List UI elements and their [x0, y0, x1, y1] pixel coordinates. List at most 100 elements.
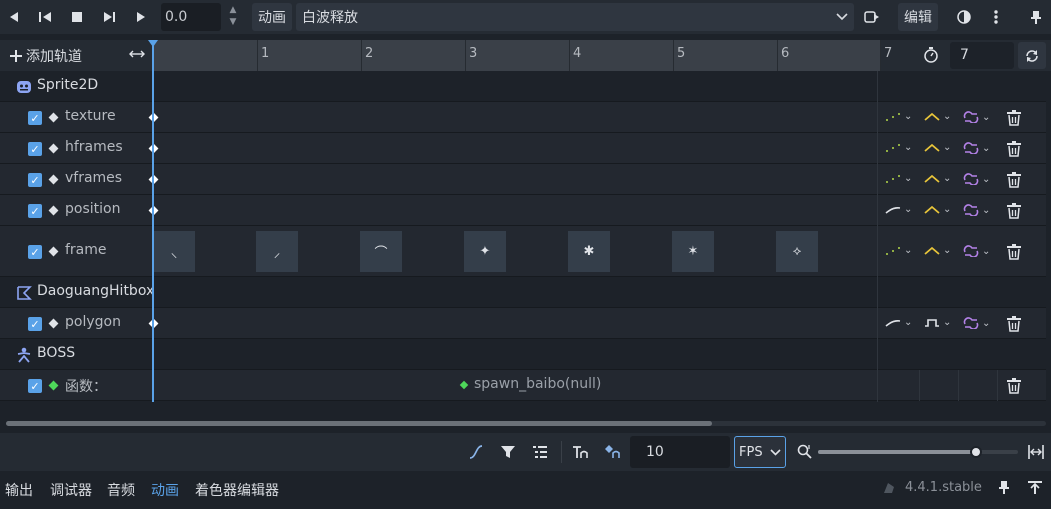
tab-animation[interactable]: 动画	[151, 480, 179, 500]
autoplay-icon[interactable]	[858, 5, 886, 29]
more-options-icon[interactable]	[982, 5, 1010, 29]
interpolation-dropdown[interactable]: ⌄	[924, 142, 951, 153]
playhead-handle-icon[interactable]	[148, 40, 158, 47]
loop-wrap-dropdown[interactable]: ⌄	[963, 142, 990, 154]
snap-keys-icon[interactable]	[604, 444, 620, 460]
loop-wrap-dropdown[interactable]: ⌄	[963, 245, 990, 257]
update-mode-dropdown[interactable]: ⌄	[885, 142, 912, 153]
pin-icon[interactable]	[1022, 5, 1050, 29]
playhead[interactable]	[152, 41, 154, 402]
frame-keyframe-thumbnail[interactable]: ✦	[464, 231, 506, 272]
scrollbar-thumb[interactable]	[6, 421, 712, 426]
track-row[interactable]: ✓ texture ⌄ ⌄ ⌄	[0, 102, 1046, 133]
zoom-slider-grabber[interactable]	[970, 446, 982, 458]
loop-wrap-icon	[963, 204, 979, 216]
loop-wrap-dropdown[interactable]: ⌄	[963, 173, 990, 185]
trash-icon[interactable]	[1006, 172, 1022, 188]
update-mode-dropdown[interactable]: ⌄	[885, 317, 912, 328]
fit-timeline-icon[interactable]	[1028, 444, 1044, 460]
property-track-icon	[48, 174, 59, 185]
loop-wrap-dropdown[interactable]: ⌄	[963, 317, 990, 329]
animation-select[interactable]: 白波释放	[296, 3, 854, 31]
loop-toggle-button[interactable]	[1018, 42, 1046, 69]
spinbox-arrows-icon[interactable]: ▲ ▼	[227, 4, 239, 30]
animation-menu-button[interactable]: 动画	[252, 3, 292, 31]
track-enable-checkbox[interactable]: ✓	[28, 204, 42, 218]
track-enable-checkbox[interactable]: ✓	[28, 379, 42, 393]
track-name: vframes	[65, 170, 123, 186]
track-enable-checkbox[interactable]: ✓	[28, 245, 42, 259]
interpolation-dropdown[interactable]: ⌄	[924, 173, 951, 184]
continuous-update-icon	[885, 319, 901, 327]
frame-keyframe-thumbnail[interactable]: ✱	[568, 231, 610, 272]
loop-wrap-dropdown[interactable]: ⌄	[963, 111, 990, 123]
snap-step-input[interactable]: 10	[630, 436, 730, 468]
tab-debugger[interactable]: 调试器	[50, 480, 92, 500]
track-name: position	[65, 201, 121, 217]
update-mode-dropdown[interactable]: ⌄	[885, 111, 912, 122]
chevron-down-icon	[770, 448, 781, 456]
stop-icon[interactable]	[63, 5, 91, 29]
filter-icon[interactable]	[500, 444, 516, 460]
animation-length-input[interactable]: 7	[950, 42, 1014, 69]
tree-list-icon[interactable]	[532, 444, 548, 460]
play-from-start-icon[interactable]	[95, 5, 123, 29]
interpolation-dropdown[interactable]: ⌄	[924, 111, 951, 122]
play-backwards-from-end-icon[interactable]	[0, 5, 28, 29]
edit-menu-button[interactable]: 编辑	[898, 3, 938, 31]
track-name: hframes	[65, 139, 123, 155]
track-enable-checkbox[interactable]: ✓	[28, 317, 42, 331]
interpolation-dropdown[interactable]: ⌄	[924, 204, 951, 215]
interpolation-dropdown[interactable]: ⌄	[924, 317, 951, 328]
track-row[interactable]: ✓ 函数： spawn_baibo(null)	[0, 370, 1046, 401]
trash-icon[interactable]	[1006, 203, 1022, 219]
stopwatch-icon[interactable]	[923, 47, 939, 67]
frame-keyframe-thumbnail[interactable]: ⸜	[153, 231, 195, 272]
snap-timeline-icon[interactable]	[572, 444, 588, 460]
track-row[interactable]: ✓ hframes ⌄ ⌄ ⌄	[0, 133, 1046, 164]
trash-icon[interactable]	[1006, 316, 1022, 332]
track-enable-checkbox[interactable]: ✓	[28, 111, 42, 125]
zoom-slider[interactable]	[818, 446, 1018, 458]
tab-shader-editor[interactable]: 着色器编辑器	[195, 480, 279, 500]
update-mode-dropdown[interactable]: ⌄	[885, 204, 912, 215]
trash-icon[interactable]	[1006, 378, 1022, 394]
discrete-update-icon	[886, 143, 900, 152]
discrete-update-icon	[886, 246, 900, 255]
onion-skin-icon[interactable]	[950, 5, 978, 29]
method-keyframe[interactable]	[459, 380, 469, 390]
frame-keyframe-thumbnail[interactable]: ✶	[672, 231, 714, 272]
play-backwards-icon[interactable]	[32, 5, 60, 29]
play-icon[interactable]	[127, 5, 155, 29]
frame-keyframe-thumbnail[interactable]: ⸝	[256, 231, 298, 272]
update-mode-dropdown[interactable]: ⌄	[885, 245, 912, 256]
chevron-down-icon: ⌄	[943, 317, 952, 328]
snap-mode-select[interactable]: FPS	[734, 436, 786, 468]
trash-icon[interactable]	[1006, 110, 1022, 126]
time-spinbox[interactable]: 0.0	[161, 3, 221, 31]
interpolation-dropdown[interactable]: ⌄	[924, 245, 951, 256]
loop-wrap-icon	[963, 142, 979, 154]
add-track-button[interactable]: 添加轨道	[10, 46, 82, 66]
expand-panel-icon[interactable]	[1028, 480, 1042, 494]
property-track-icon	[48, 112, 59, 123]
pin-panel-icon[interactable]	[998, 480, 1010, 494]
chevron-down-icon: ⌄	[904, 173, 913, 184]
track-row[interactable]: ✓ position ⌄ ⌄ ⌄	[0, 195, 1046, 226]
track-row[interactable]: ✓ vframes ⌄ ⌄ ⌄	[0, 164, 1046, 195]
trash-icon[interactable]	[1006, 141, 1022, 157]
track-enable-checkbox[interactable]: ✓	[28, 173, 42, 187]
bezier-curve-icon[interactable]	[468, 444, 484, 460]
tab-audio[interactable]: 音频	[107, 480, 135, 500]
trash-icon[interactable]	[1006, 244, 1022, 260]
track-enable-checkbox[interactable]: ✓	[28, 142, 42, 156]
horizontal-scrollbar[interactable]	[6, 421, 1046, 426]
loop-wrap-dropdown[interactable]: ⌄	[963, 204, 990, 216]
frame-keyframe-thumbnail[interactable]: ⟡	[776, 231, 818, 272]
track-row[interactable]: ✓ polygon ⌄ ⌄ ⌄	[0, 308, 1046, 339]
tab-output[interactable]: 输出	[5, 480, 33, 500]
expand-width-icon[interactable]	[129, 48, 145, 64]
update-mode-dropdown[interactable]: ⌄	[885, 173, 912, 184]
frame-keyframe-thumbnail[interactable]: ⌒	[360, 231, 402, 272]
chevron-down-icon: ⌄	[943, 111, 952, 122]
